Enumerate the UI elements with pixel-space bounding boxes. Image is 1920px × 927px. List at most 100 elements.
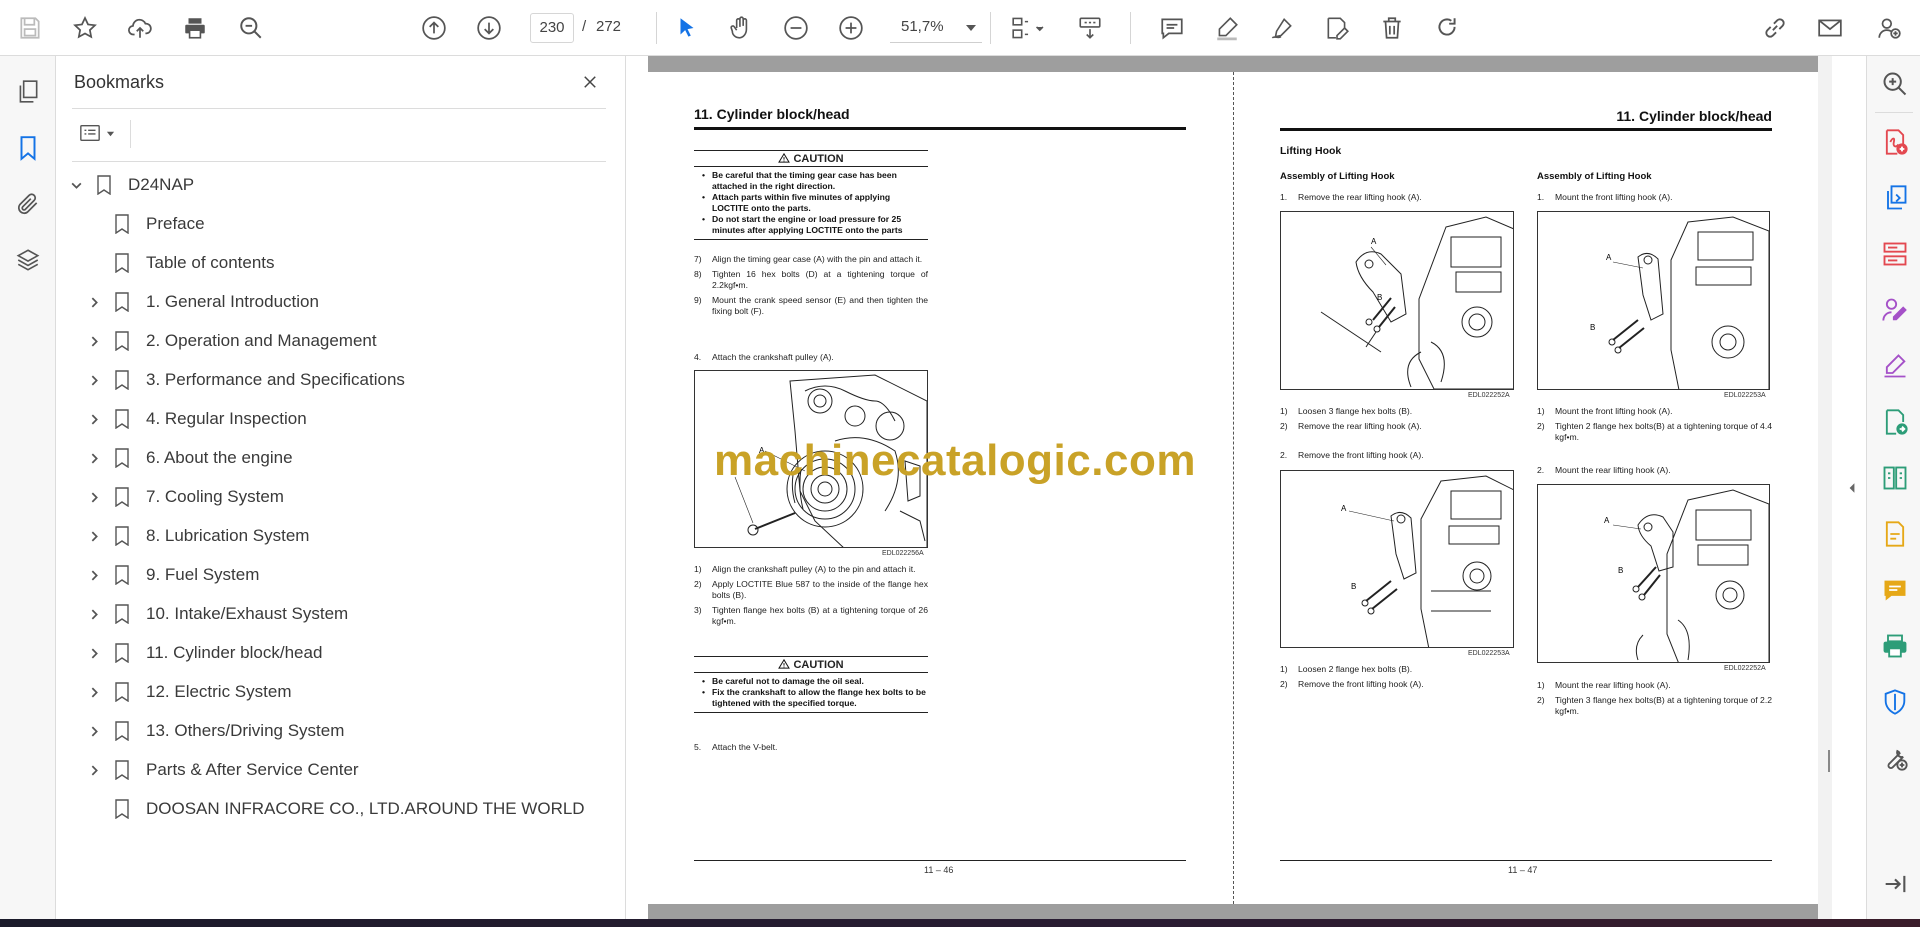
bookmark-item[interactable]: Table of contents	[84, 246, 275, 280]
vertical-scrollbar[interactable]	[1818, 56, 1832, 919]
save-icon[interactable]	[13, 11, 47, 45]
bookmark-item[interactable]: Parts & After Service Center	[84, 753, 359, 787]
bookmark-item[interactable]: 6. About the engine	[84, 441, 293, 475]
step-list: 7) Align the timing gear case (A) with th…	[694, 254, 928, 321]
caution-item: Fix the crankshaft to allow the flange h…	[702, 687, 928, 709]
chevron-right-icon[interactable]	[84, 682, 104, 702]
bookmark-item[interactable]: Preface	[84, 207, 205, 241]
select-cursor-icon[interactable]	[670, 11, 704, 45]
zoom-search-icon[interactable]	[1879, 68, 1911, 100]
close-icon[interactable]	[576, 68, 604, 96]
cloud-upload-icon[interactable]	[123, 11, 157, 45]
bookmark-icon	[112, 408, 132, 430]
chevron-right-icon[interactable]	[84, 370, 104, 390]
page-thumbnails-icon[interactable]	[12, 76, 44, 108]
highlighter-icon[interactable]	[1210, 11, 1244, 45]
delete-icon[interactable]	[1375, 11, 1409, 45]
chevron-down-icon[interactable]	[66, 175, 86, 195]
chevron-right-icon[interactable]	[84, 409, 104, 429]
draw-pen-icon[interactable]	[1265, 11, 1299, 45]
step-item: 1) Align the crankshaft pulley (A) to the…	[694, 564, 928, 576]
page-display-icon[interactable]	[1004, 11, 1050, 45]
figure-label-b: B	[1618, 566, 1623, 575]
combine-files-icon[interactable]	[1879, 182, 1911, 214]
scrollbar-thumb[interactable]	[1828, 750, 1830, 772]
chevron-right-icon[interactable]	[84, 526, 104, 546]
bookmark-item[interactable]: 9. Fuel System	[84, 558, 259, 592]
chevron-placeholder	[84, 799, 104, 819]
tools-rail	[1866, 56, 1920, 919]
comment-tool-icon[interactable]	[1879, 574, 1911, 606]
zoom-level-select[interactable]: 51,7%	[890, 13, 982, 43]
scrolling-mode-icon[interactable]	[1073, 11, 1107, 45]
compare-files-icon[interactable]	[1879, 462, 1911, 494]
export-pdf-icon[interactable]	[1879, 406, 1911, 438]
step-text: Remove the rear lifting hook (A).	[1298, 420, 1422, 431]
engine-illustration: A B	[1320, 216, 1513, 389]
protect-icon[interactable]	[1879, 686, 1911, 718]
redo-icon[interactable]	[1430, 11, 1464, 45]
bookmark-root[interactable]: D24NAP	[66, 168, 194, 202]
toolbar-divider	[1130, 12, 1131, 44]
attachment-icon[interactable]	[12, 188, 44, 220]
hand-tool-icon[interactable]	[724, 11, 758, 45]
current-page-input[interactable]: 230	[530, 13, 574, 43]
bookmark-item[interactable]: 11. Cylinder block/head	[84, 636, 322, 670]
edit-text-icon[interactable]	[1320, 11, 1354, 45]
bookmark-item[interactable]: 2. Operation and Management	[84, 324, 377, 358]
print-icon[interactable]	[178, 11, 212, 45]
email-icon[interactable]	[1813, 11, 1847, 45]
bookmarks-panel: Bookmarks D24NAP Preface Table of content…	[56, 56, 626, 919]
chevron-right-icon[interactable]	[84, 643, 104, 663]
bookmark-item[interactable]: DOOSAN INFRACORE CO., LTD.AROUND THE WOR…	[84, 792, 585, 826]
edit-pdf-icon[interactable]	[1879, 518, 1911, 550]
bookmark-item[interactable]: 1. General Introduction	[84, 285, 319, 319]
bookmark-item[interactable]: 3. Performance and Specifications	[84, 363, 405, 397]
page-down-icon[interactable]	[472, 11, 506, 45]
comment-icon[interactable]	[1155, 11, 1189, 45]
step-text: Remove the rear lifting hook (A).	[1298, 192, 1422, 202]
zoom-in-icon[interactable]	[834, 11, 868, 45]
step-item: 2) Tighten 2 flange hex bolts(B) at a tig…	[1537, 421, 1772, 444]
chevron-right-icon[interactable]	[84, 565, 104, 585]
request-signature-icon[interactable]	[1879, 294, 1911, 326]
chevron-right-icon[interactable]	[84, 760, 104, 780]
fill-sign-icon[interactable]	[1879, 350, 1911, 382]
organize-pages-icon[interactable]	[1879, 238, 1911, 270]
step-text: Mount the rear lifting hook (A).	[1555, 680, 1671, 690]
bookmark-item[interactable]: 8. Lubrication System	[84, 519, 309, 553]
figure-lifting-hook: A B	[1280, 470, 1514, 648]
header-rule	[1280, 128, 1772, 131]
expand-panel-icon[interactable]	[1879, 868, 1911, 900]
bookmark-item[interactable]: 7. Cooling System	[84, 480, 284, 514]
create-pdf-icon[interactable]	[1879, 126, 1911, 158]
bookmark-item[interactable]: 4. Regular Inspection	[84, 402, 307, 436]
zoom-out-icon[interactable]	[779, 11, 813, 45]
chevron-right-icon[interactable]	[84, 292, 104, 312]
bookmark-item[interactable]: 12. Electric System	[84, 675, 292, 709]
zoom-level-value: 51,7%	[901, 18, 944, 35]
chevron-right-icon[interactable]	[84, 604, 104, 624]
bookmark-item[interactable]: 13. Others/Driving System	[84, 714, 344, 748]
share-link-icon[interactable]	[1758, 11, 1792, 45]
account-icon[interactable]	[1872, 11, 1906, 45]
bookmark-item[interactable]: 10. Intake/Exhaust System	[84, 597, 348, 631]
caution-item: Do not start the engine or load pressure…	[702, 214, 928, 236]
collapse-right-panel-button[interactable]	[1846, 478, 1858, 498]
bookmark-label: 12. Electric System	[146, 682, 292, 701]
page-up-icon[interactable]	[417, 11, 451, 45]
layers-icon[interactable]	[12, 244, 44, 276]
zoom-search-icon[interactable]	[234, 11, 268, 45]
step-text: Mount the rear lifting hook (A).	[1555, 465, 1671, 475]
star-icon[interactable]	[68, 11, 102, 45]
step-list: 2. Remove the front lifting hook (A).	[1280, 450, 1514, 465]
chevron-right-icon[interactable]	[84, 331, 104, 351]
print-production-icon[interactable]	[1879, 630, 1911, 662]
more-tools-icon[interactable]	[1879, 742, 1911, 774]
chevron-right-icon[interactable]	[84, 487, 104, 507]
chevron-down-icon	[106, 131, 115, 136]
bookmark-options-button[interactable]	[74, 118, 120, 148]
chevron-right-icon[interactable]	[84, 721, 104, 741]
bookmark-icon[interactable]	[12, 132, 44, 164]
chevron-right-icon[interactable]	[84, 448, 104, 468]
